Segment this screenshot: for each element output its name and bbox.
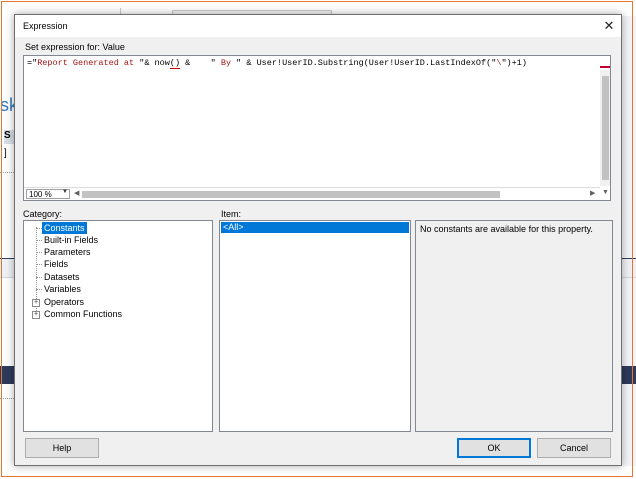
list-item-label: <All>: [223, 222, 244, 232]
category-item-built-in-fields[interactable]: Built-in Fields: [24, 234, 212, 246]
background-dotted-line: [0, 398, 14, 400]
background-status-strip: [0, 466, 636, 479]
category-label: Category:: [23, 209, 63, 219]
expression-string-literal: By: [215, 58, 237, 68]
expression-editor[interactable]: ="Report Generated at "& now() & " By " …: [23, 55, 611, 201]
category-item-fields[interactable]: Fields: [24, 258, 212, 270]
expand-icon[interactable]: +: [32, 299, 40, 307]
zoom-value: 100 %: [29, 190, 52, 199]
ok-button[interactable]: OK: [457, 438, 531, 458]
category-label-text: Variables: [44, 284, 81, 294]
background-bracket-fragment: ]: [4, 148, 7, 159]
expression-caret-token: (): [169, 58, 181, 69]
category-item-constants[interactable]: Constants: [24, 222, 212, 234]
expression-part: & ": [180, 58, 216, 68]
category-item-variables[interactable]: Variables: [24, 283, 212, 295]
category-tree[interactable]: Constants Built-in Fields Parameters Fie…: [23, 220, 213, 432]
dialog-titlebar[interactable]: Expression ✕: [15, 15, 621, 37]
set-expression-label: Set expression for: Value: [25, 42, 125, 52]
expand-icon[interactable]: +: [32, 311, 40, 319]
background-sidebar-strip: [0, 16, 14, 479]
description-panel: No constants are available for this prop…: [415, 220, 613, 432]
category-label-text: Constants: [42, 222, 87, 234]
error-marker: [600, 66, 610, 68]
category-label-text: Fields: [44, 259, 69, 269]
horizontal-scrollbar-thumb[interactable]: [82, 191, 500, 198]
category-label-text: Common Functions: [44, 309, 123, 319]
category-item-datasets[interactable]: Datasets: [24, 271, 212, 283]
expression-part: "& now: [139, 58, 170, 68]
description-text: No constants are available for this prop…: [420, 224, 593, 234]
vertical-scrollbar-thumb[interactable]: [602, 76, 609, 180]
help-button[interactable]: Help: [25, 438, 99, 458]
item-list[interactable]: <All>: [219, 220, 411, 432]
expression-dialog: Expression ✕ Set expression for: Value =…: [14, 14, 622, 466]
expression-text[interactable]: ="Report Generated at "& now() & " By " …: [27, 58, 527, 69]
cancel-button[interactable]: Cancel: [537, 438, 611, 458]
category-item-operators[interactable]: + Operators: [24, 296, 212, 308]
scroll-down-icon[interactable]: ▼: [602, 189, 609, 196]
close-icon[interactable]: ✕: [601, 18, 617, 34]
dialog-title: Expression: [23, 21, 68, 31]
category-item-parameters[interactable]: Parameters: [24, 246, 212, 258]
chevron-down-icon[interactable]: ▼: [62, 189, 68, 195]
expression-part: " & User!UserID.Substring(User!UserID.La…: [236, 58, 497, 68]
background-dotted-line: [0, 172, 14, 174]
category-item-common-functions[interactable]: + Common Functions: [24, 308, 212, 320]
scroll-right-icon[interactable]: ▶: [590, 189, 595, 197]
list-item[interactable]: <All>: [221, 222, 409, 233]
editor-footer: 100 % ▼ ◀ ▶: [24, 187, 600, 201]
scroll-left-icon[interactable]: ◀: [74, 189, 79, 197]
expression-string-literal: Report Generated at: [37, 58, 140, 68]
category-label-text: Datasets: [44, 272, 80, 282]
item-label: Item:: [221, 209, 242, 219]
category-label-text: Operators: [44, 297, 85, 307]
category-label-text: Parameters: [44, 247, 91, 257]
category-label-text: Built-in Fields: [44, 235, 99, 245]
expression-part: =": [27, 58, 38, 68]
background-header-fragment: S: [4, 130, 14, 144]
expression-part: ")+1): [501, 58, 527, 68]
